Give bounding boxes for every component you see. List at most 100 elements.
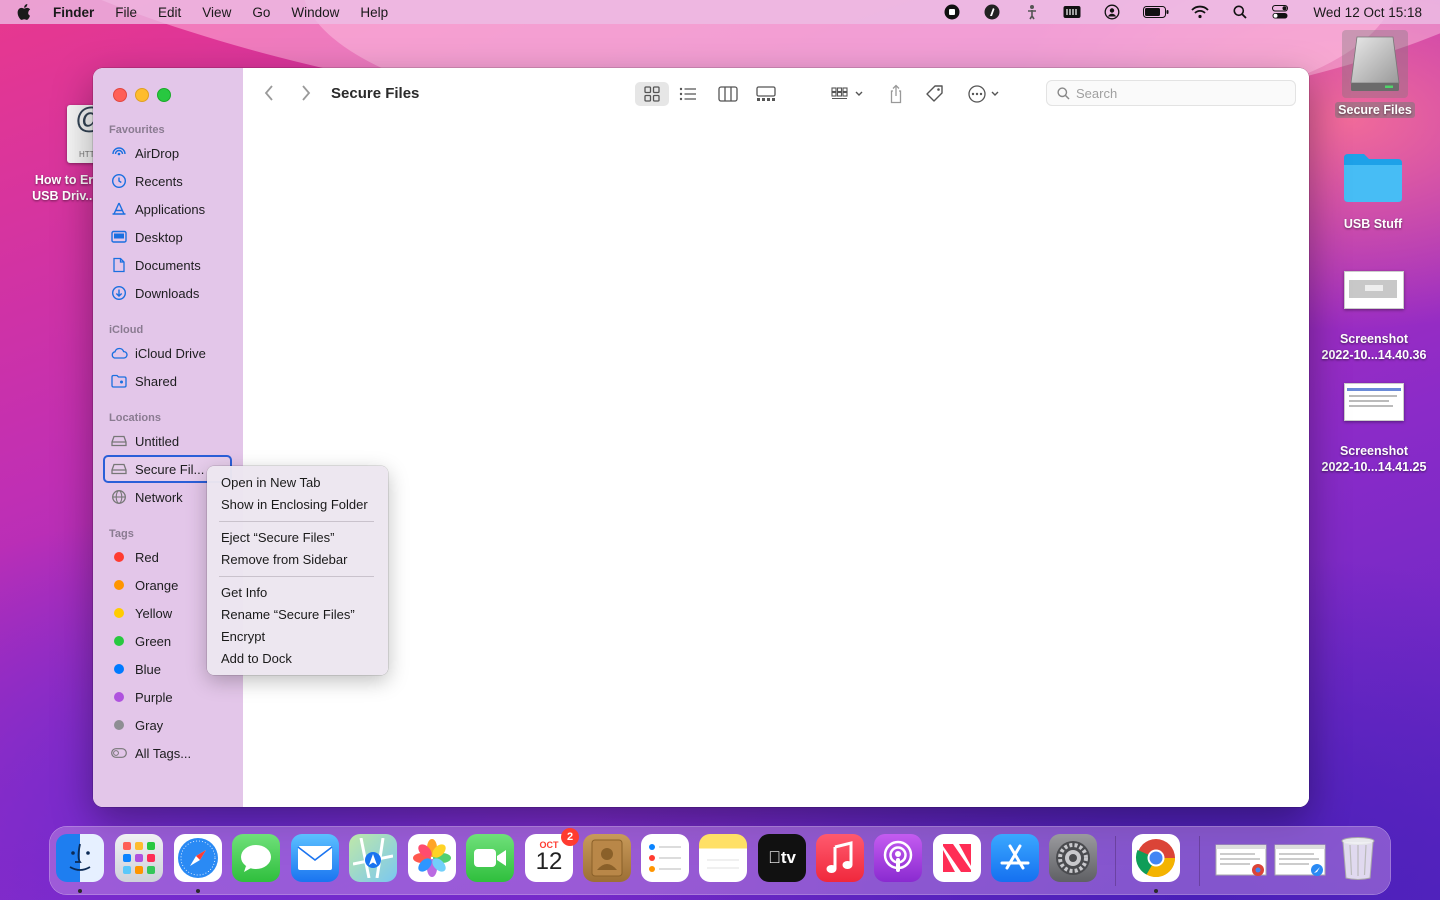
menu-help[interactable]: Help [360,5,388,20]
dock-tv-icon[interactable]: tv [758,834,806,882]
dock-facetime-icon[interactable] [466,834,514,882]
desktop-item-usb-stuff[interactable]: USB Stuff [1323,150,1423,232]
dock-system-preferences-icon[interactable] [1049,834,1097,882]
apple-menu-icon[interactable] [17,4,37,20]
menu-item-add-to-dock[interactable]: Add to Dock [221,648,292,670]
menubar-clock[interactable]: Wed 12 Oct 15:18 [1313,5,1422,20]
dock-news-icon[interactable] [933,834,981,882]
accessibility-icon[interactable] [1023,4,1041,20]
window-title: Secure Files [331,85,420,102]
menu-item-get-info[interactable]: Get Info [221,582,267,604]
sidebar-item-applications[interactable]: Applications [103,196,231,222]
control-center-icon[interactable] [1271,4,1289,20]
menu-edit[interactable]: Edit [158,5,181,20]
dock-chrome-icon[interactable] [1132,834,1180,882]
menu-view[interactable]: View [202,5,231,20]
sidebar-heading-locations: Locations [109,412,161,424]
share-button[interactable] [885,82,907,106]
menu-item-show-in-enclosing-folder[interactable]: Show in Enclosing Folder [221,494,368,516]
external-drive-icon [1342,30,1408,98]
airdrop-icon [110,145,128,161]
tag-color-dot [114,720,124,730]
wifi-icon[interactable] [1191,4,1210,20]
dock-maps-icon[interactable] [349,834,397,882]
sidebar-item-label: Blue [135,661,162,677]
cloud-icon [110,345,128,361]
menu-file[interactable]: File [115,5,137,20]
column-view-button[interactable] [713,82,743,106]
desktop-item-secure-files[interactable]: Secure Files [1325,30,1425,118]
keyboard-input-icon[interactable] [1063,4,1081,20]
desktop-item-label: USB Stuff [1343,217,1403,231]
more-actions-button[interactable] [965,82,1005,106]
icon-view-button[interactable] [635,82,669,106]
menu-item-open-in-new-tab[interactable]: Open in New Tab [221,472,321,494]
app-status-icon[interactable] [983,4,1001,20]
search-field[interactable]: Search [1046,80,1296,106]
menu-go[interactable]: Go [252,5,270,20]
menu-item-encrypt[interactable]: Encrypt [221,626,265,648]
sidebar-all-tags[interactable]: All Tags... [103,740,231,766]
dock-podcasts-icon[interactable] [874,834,922,882]
sidebar-item-icloud-drive[interactable]: iCloud Drive [103,340,231,366]
sidebar-tag-gray[interactable]: Gray [103,712,231,738]
stop-recording-icon[interactable] [943,4,961,20]
user-account-icon[interactable] [1103,4,1121,20]
document-icon [110,257,128,273]
spotlight-search-icon[interactable] [1231,4,1249,20]
forward-button[interactable] [300,84,312,108]
zoom-window-button[interactable] [157,88,171,102]
finder-sidebar: Favourites AirDrop Recents Applications … [93,68,243,807]
dock-safari-icon[interactable] [174,834,222,882]
sidebar-item-label: Orange [135,577,179,593]
menu-app-finder[interactable]: Finder [53,5,94,20]
gallery-view-button[interactable] [751,82,781,106]
sidebar-item-recents[interactable]: Recents [103,168,231,194]
dock-photos-icon[interactable] [408,834,456,882]
dock-calendar-icon[interactable]: OCT 12 2 [525,828,579,882]
menu-window[interactable]: Window [291,5,339,20]
desktop-item-web-shortcut[interactable]: @ HTT How to Er USB Driv... [24,104,119,204]
sidebar-item-documents[interactable]: Documents [103,252,231,278]
close-window-button[interactable] [113,88,127,102]
desktop-item-screenshot-1[interactable]: Screenshot 2022-10...14.40.36 [1314,271,1434,363]
back-button[interactable] [263,84,275,108]
group-by-button[interactable] [828,82,868,106]
tag-color-dot [114,692,124,702]
clock-icon [110,173,128,189]
screenshot-thumbnail-icon [1344,383,1404,421]
sidebar-item-shared[interactable]: Shared [103,368,231,394]
dock-finder-icon[interactable] [56,834,104,882]
drive-icon [110,461,128,477]
running-indicator [1154,889,1158,893]
sidebar-item-untitled[interactable]: Untitled [103,428,231,454]
finder-content-area[interactable] [243,120,1309,807]
dock-launchpad-icon[interactable] [115,834,163,882]
sidebar-item-airdrop[interactable]: AirDrop [103,140,231,166]
dock-minimized-window-1[interactable] [1215,834,1267,882]
dock-notes-icon[interactable] [699,834,747,882]
dock-mail-icon[interactable] [291,834,339,882]
dock-music-icon[interactable] [816,834,864,882]
dock-messages-icon[interactable] [232,834,280,882]
search-placeholder: Search [1076,85,1118,101]
sidebar-item-downloads[interactable]: Downloads [103,280,231,306]
menu-item-remove-from-sidebar[interactable]: Remove from Sidebar [221,549,347,571]
menu-item-rename[interactable]: Rename “Secure Files” [221,604,355,626]
window-controls [113,88,171,102]
sidebar-item-label: Desktop [135,229,183,245]
dock-minimized-window-2[interactable] [1274,834,1326,882]
dock-contacts-icon[interactable] [583,834,631,882]
list-view-button[interactable] [673,82,703,106]
menu-item-eject[interactable]: Eject “Secure Files” [221,527,334,549]
dock-reminders-icon[interactable] [641,834,689,882]
tag-button[interactable] [923,82,947,106]
dock-trash-icon[interactable] [1334,834,1382,882]
minimize-window-button[interactable] [135,88,149,102]
tag-color-dot [114,636,124,646]
screenshot-thumbnail-icon [1344,271,1404,309]
dock-app-store-icon[interactable] [991,834,1039,882]
desktop-item-screenshot-2[interactable]: Screenshot 2022-10...14.41.25 [1314,383,1434,475]
sidebar-item-desktop[interactable]: Desktop [103,224,231,250]
sidebar-tag-purple[interactable]: Purple [103,684,231,710]
